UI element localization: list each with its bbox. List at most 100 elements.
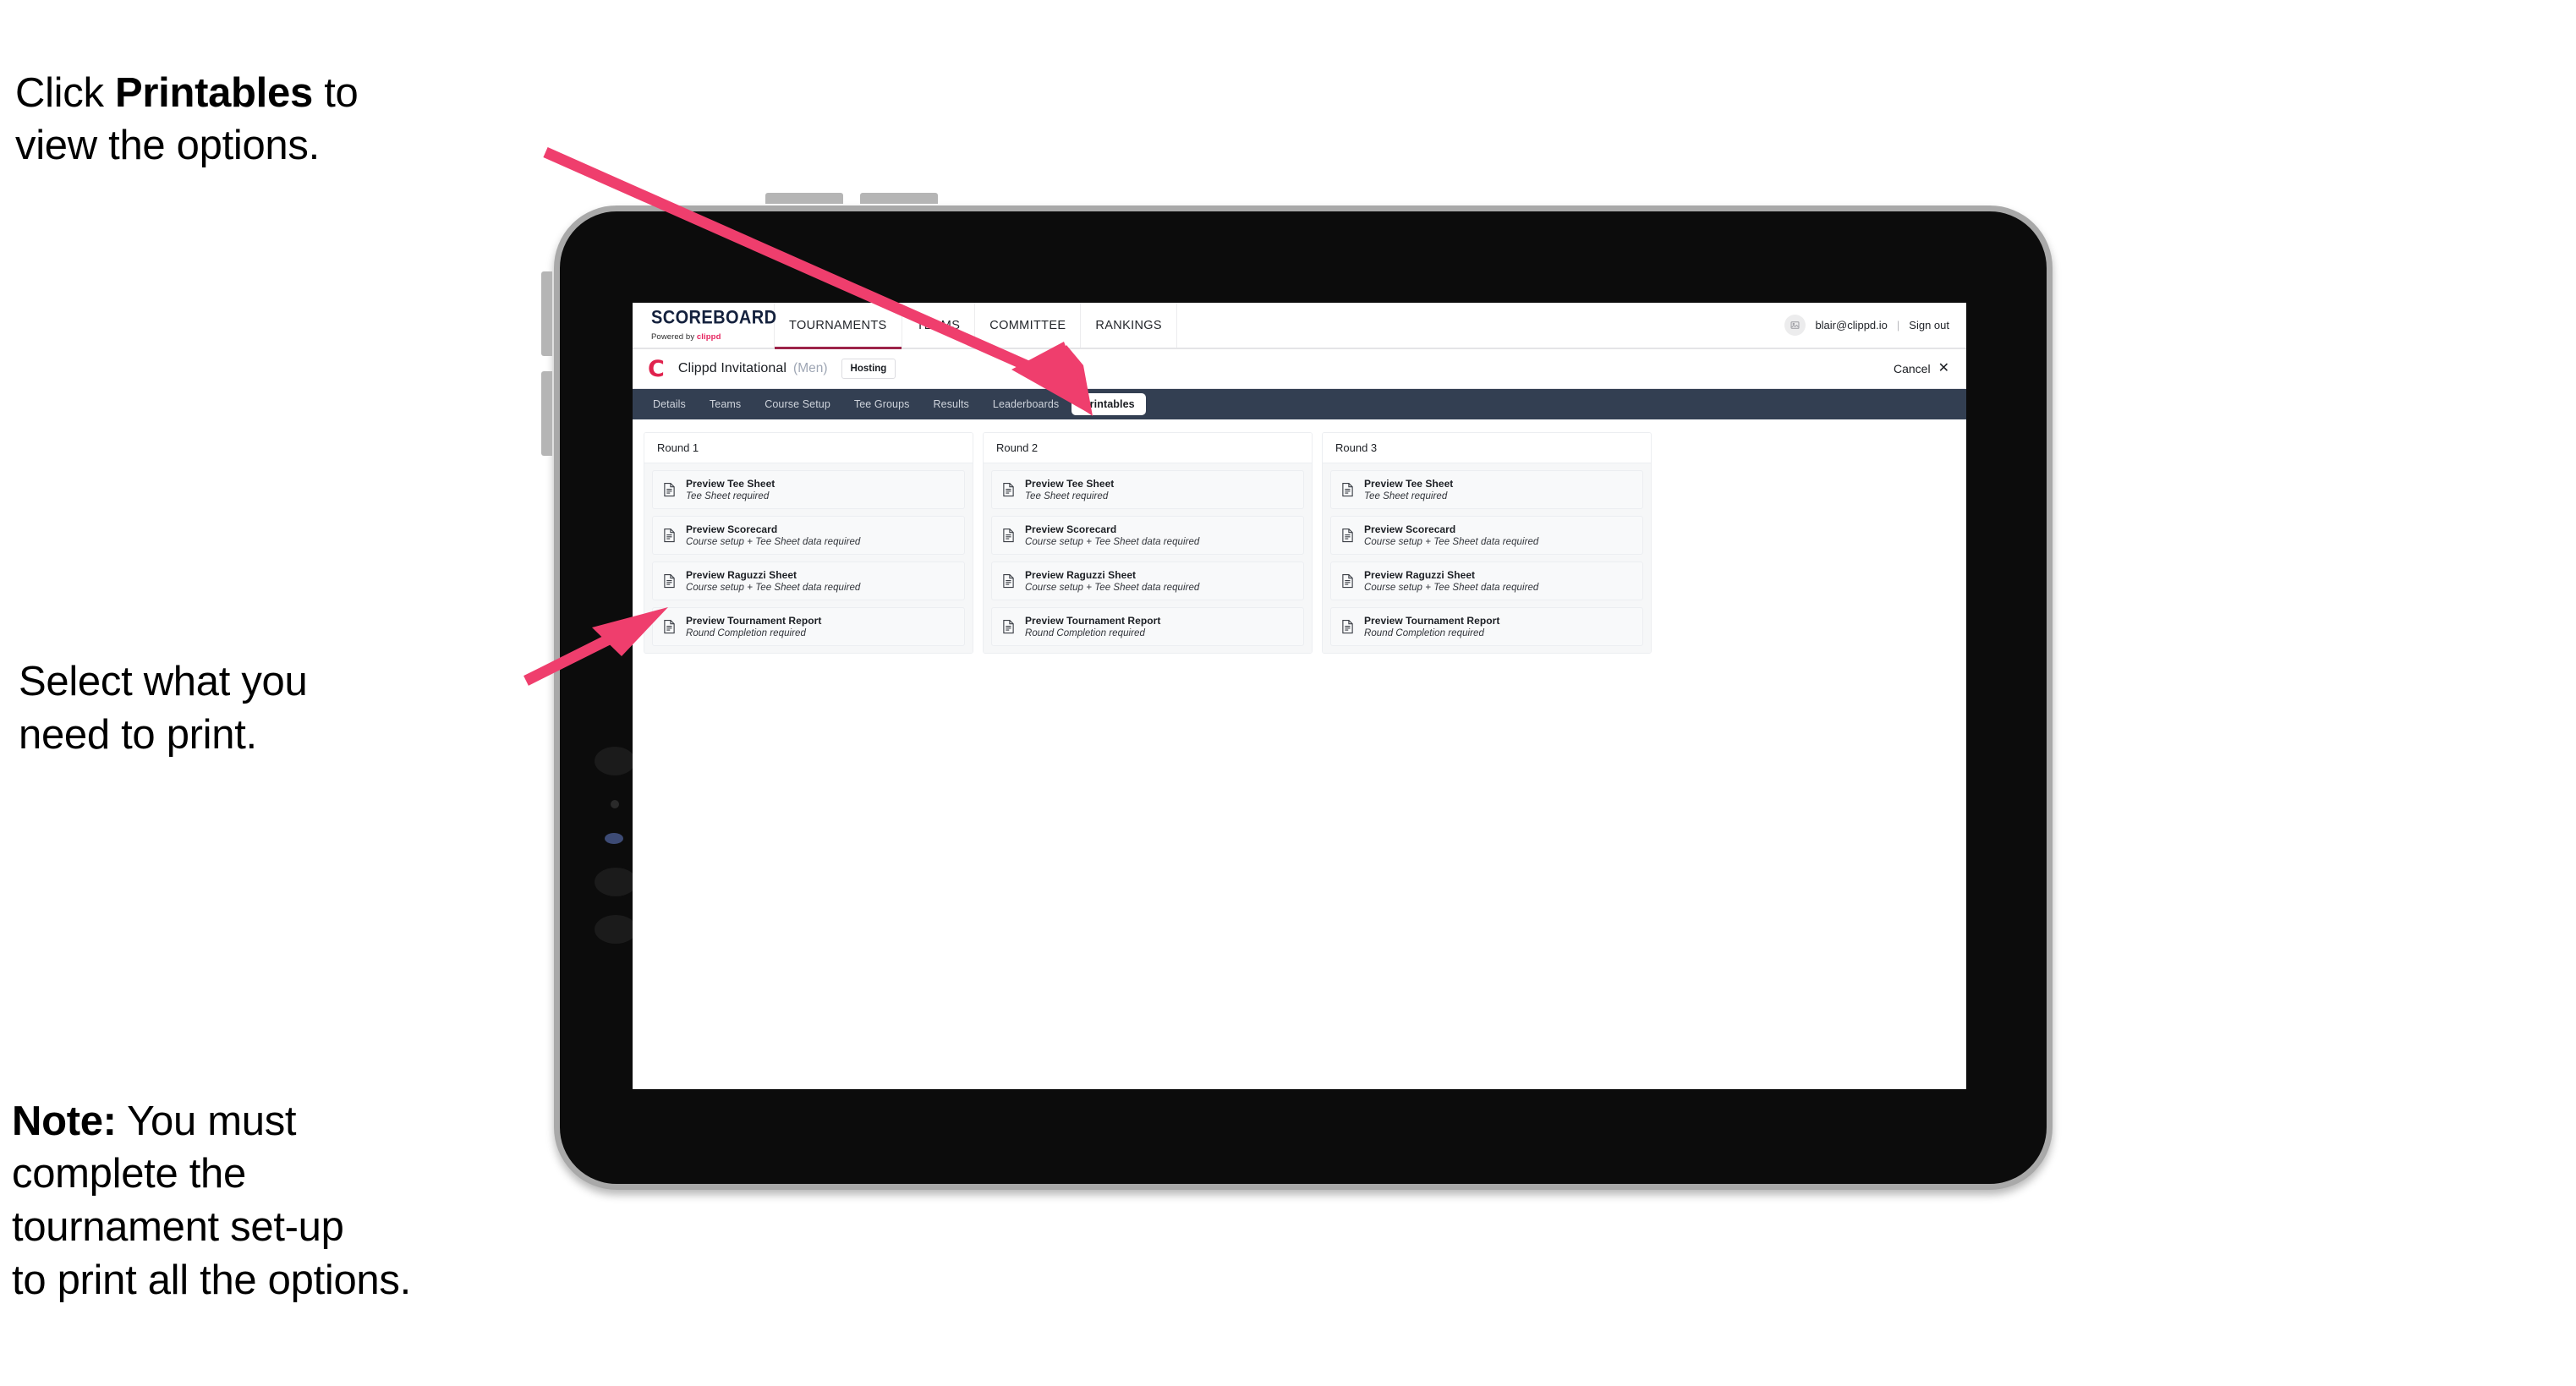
printable-requirement: Round Completion required bbox=[1364, 628, 1484, 638]
brand-powered-prefix: Powered by bbox=[651, 332, 697, 342]
annotation-click-bold: Printables bbox=[114, 69, 313, 116]
clippd-logo-icon: C bbox=[648, 355, 665, 382]
printable-text: Preview Raguzzi Sheet Course setup + Tee… bbox=[1364, 569, 1538, 593]
document-icon bbox=[1341, 573, 1354, 589]
printable-title: Preview Raguzzi Sheet bbox=[1025, 569, 1137, 581]
printable-row-tee-sheet[interactable]: Preview Tee Sheet Tee Sheet required bbox=[652, 470, 965, 509]
tab-leaderboards[interactable]: Leaderboards bbox=[982, 393, 1070, 415]
printable-requirement: Course setup + Tee Sheet data required bbox=[1025, 537, 1200, 547]
printable-text: Preview Tournament Report Round Completi… bbox=[1364, 615, 1499, 638]
tournament-titlebar: C Clippd Invitational (Men) Hosting Canc… bbox=[633, 349, 1966, 389]
brand-title: SCOREBOARD bbox=[651, 307, 777, 329]
topnav-item-tournaments[interactable]: TOURNAMENTS bbox=[775, 303, 902, 349]
printables-content: Round 1 Preview Tee Sheet Tee Sheet requ… bbox=[633, 419, 1966, 1089]
tournament-name: Clippd Invitational bbox=[677, 361, 787, 375]
document-icon bbox=[1002, 573, 1015, 589]
topnav-label-teams: TEAMS bbox=[916, 318, 961, 332]
printable-title: Preview Tee Sheet bbox=[686, 478, 776, 490]
tab-results[interactable]: Results bbox=[923, 393, 980, 415]
document-icon bbox=[663, 619, 676, 634]
printable-title: Preview Raguzzi Sheet bbox=[686, 569, 797, 581]
round-column-2: Round 2 Preview Tee Sheet Tee Sheet requ… bbox=[983, 432, 1313, 654]
annotation-select-print: Select what you need to print. bbox=[19, 659, 308, 758]
printable-row-raguzzi-sheet[interactable]: Preview Raguzzi Sheet Course setup + Tee… bbox=[652, 562, 965, 600]
printable-text: Preview Scorecard Course setup + Tee She… bbox=[1025, 523, 1199, 547]
printable-text: Preview Scorecard Course setup + Tee She… bbox=[1364, 523, 1538, 547]
printable-row-tournament-report[interactable]: Preview Tournament Report Round Completi… bbox=[991, 607, 1304, 646]
printable-text: Preview Tee Sheet Tee Sheet required bbox=[686, 478, 775, 501]
tablet-top-button-2[interactable] bbox=[860, 193, 938, 204]
tablet-speaker-secondary-icon bbox=[595, 915, 637, 944]
tablet-top-button-1[interactable] bbox=[765, 193, 843, 204]
printable-row-tournament-report[interactable]: Preview Tournament Report Round Completi… bbox=[652, 607, 965, 646]
printable-text: Preview Scorecard Course setup + Tee She… bbox=[686, 523, 860, 547]
round-column-3: Round 3 Preview Tee Sheet Tee Sheet requ… bbox=[1322, 432, 1652, 654]
tab-tee-groups[interactable]: Tee Groups bbox=[843, 393, 921, 415]
printable-text: Preview Raguzzi Sheet Course setup + Tee… bbox=[1025, 569, 1199, 593]
printable-row-tee-sheet[interactable]: Preview Tee Sheet Tee Sheet required bbox=[1330, 470, 1643, 509]
printable-row-scorecard[interactable]: Preview Scorecard Course setup + Tee She… bbox=[652, 516, 965, 555]
tab-details[interactable]: Details bbox=[642, 393, 697, 415]
tab-course-setup[interactable]: Course Setup bbox=[754, 393, 841, 415]
app-screen: SCOREBOARD Powered by clippd TOURNAMENTS… bbox=[633, 303, 1966, 1089]
printable-text: Preview Raguzzi Sheet Course setup + Tee… bbox=[686, 569, 860, 593]
annotation-click-prefix: Click bbox=[15, 69, 115, 116]
topnav-label-tournaments: TOURNAMENTS bbox=[789, 318, 887, 332]
topnav-item-rankings[interactable]: RANKINGS bbox=[1081, 303, 1177, 348]
printable-requirement: Course setup + Tee Sheet data required bbox=[686, 537, 861, 547]
printable-title: Preview Scorecard bbox=[1364, 523, 1456, 535]
sign-out-button[interactable]: Sign out bbox=[1909, 319, 1949, 331]
brand-navbar: SCOREBOARD Powered by clippd TOURNAMENTS… bbox=[633, 303, 1966, 349]
printable-title: Preview Scorecard bbox=[1025, 523, 1117, 535]
printable-text: Preview Tournament Report Round Completi… bbox=[1025, 615, 1160, 638]
hosting-badge[interactable]: Hosting bbox=[841, 359, 896, 379]
printable-text: Preview Tee Sheet Tee Sheet required bbox=[1025, 478, 1114, 501]
tablet-side-button-volume-down[interactable] bbox=[541, 371, 552, 456]
topnav-item-committee[interactable]: COMMITTEE bbox=[975, 303, 1082, 348]
brand-subtitle: Powered by clippd bbox=[651, 332, 774, 342]
tab-printables[interactable]: Printables bbox=[1072, 393, 1146, 415]
printable-row-raguzzi-sheet[interactable]: Preview Raguzzi Sheet Course setup + Tee… bbox=[1330, 562, 1643, 600]
round-header-2: Round 2 bbox=[984, 433, 1312, 463]
printable-row-tee-sheet[interactable]: Preview Tee Sheet Tee Sheet required bbox=[991, 470, 1304, 509]
document-icon bbox=[1341, 482, 1354, 497]
cancel-label: Cancel bbox=[1894, 362, 1931, 375]
printable-title: Preview Raguzzi Sheet bbox=[1364, 569, 1476, 581]
printable-title: Preview Scorecard bbox=[686, 523, 778, 535]
round-body-1: Preview Tee Sheet Tee Sheet required Pre… bbox=[644, 463, 973, 653]
round-body-2: Preview Tee Sheet Tee Sheet required Pre… bbox=[984, 463, 1312, 653]
brand-logo[interactable]: SCOREBOARD Powered by clippd bbox=[633, 303, 777, 348]
tablet-speaker-icon bbox=[595, 868, 637, 896]
printable-text: Preview Tee Sheet Tee Sheet required bbox=[1364, 478, 1453, 501]
user-image-icon[interactable] bbox=[1784, 315, 1806, 336]
document-icon bbox=[1341, 619, 1354, 634]
printable-requirement: Tee Sheet required bbox=[1025, 491, 1109, 501]
round-header-3: Round 3 bbox=[1323, 433, 1651, 463]
annotation-click-printables: Click Printables to view the options. bbox=[15, 14, 556, 173]
printable-title: Preview Tee Sheet bbox=[1025, 478, 1115, 490]
printable-row-scorecard[interactable]: Preview Scorecard Course setup + Tee She… bbox=[991, 516, 1304, 555]
round-header-1: Round 1 bbox=[644, 433, 973, 463]
annotation-note-bold: Note: bbox=[12, 1098, 117, 1144]
user-account-area: blair@clippd.io | Sign out bbox=[1784, 303, 1966, 348]
brand-powered-name: clippd bbox=[696, 332, 721, 342]
printable-title: Preview Tournament Report bbox=[1025, 615, 1161, 627]
topnav-spacer bbox=[1177, 303, 1784, 348]
document-icon bbox=[663, 482, 676, 497]
printable-row-raguzzi-sheet[interactable]: Preview Raguzzi Sheet Course setup + Tee… bbox=[991, 562, 1304, 600]
tablet-side-button-volume-up[interactable] bbox=[541, 271, 552, 356]
round-body-3: Preview Tee Sheet Tee Sheet required Pre… bbox=[1323, 463, 1651, 653]
cancel-button[interactable]: Cancel ✕ bbox=[1894, 362, 1949, 376]
printable-row-tournament-report[interactable]: Preview Tournament Report Round Completi… bbox=[1330, 607, 1643, 646]
topnav-label-rankings: RANKINGS bbox=[1095, 318, 1162, 332]
round-column-1: Round 1 Preview Tee Sheet Tee Sheet requ… bbox=[644, 432, 973, 654]
printable-row-scorecard[interactable]: Preview Scorecard Course setup + Tee She… bbox=[1330, 516, 1643, 555]
tab-teams[interactable]: Teams bbox=[699, 393, 752, 415]
topnav-item-teams[interactable]: TEAMS bbox=[902, 303, 976, 348]
document-icon bbox=[1341, 528, 1354, 543]
printable-requirement: Course setup + Tee Sheet data required bbox=[1364, 537, 1539, 547]
section-tabstrip: Details Teams Course Setup Tee Groups Re… bbox=[633, 389, 1966, 419]
document-icon bbox=[663, 573, 676, 589]
user-separator: | bbox=[1896, 319, 1900, 331]
printable-title: Preview Tournament Report bbox=[1364, 615, 1500, 627]
